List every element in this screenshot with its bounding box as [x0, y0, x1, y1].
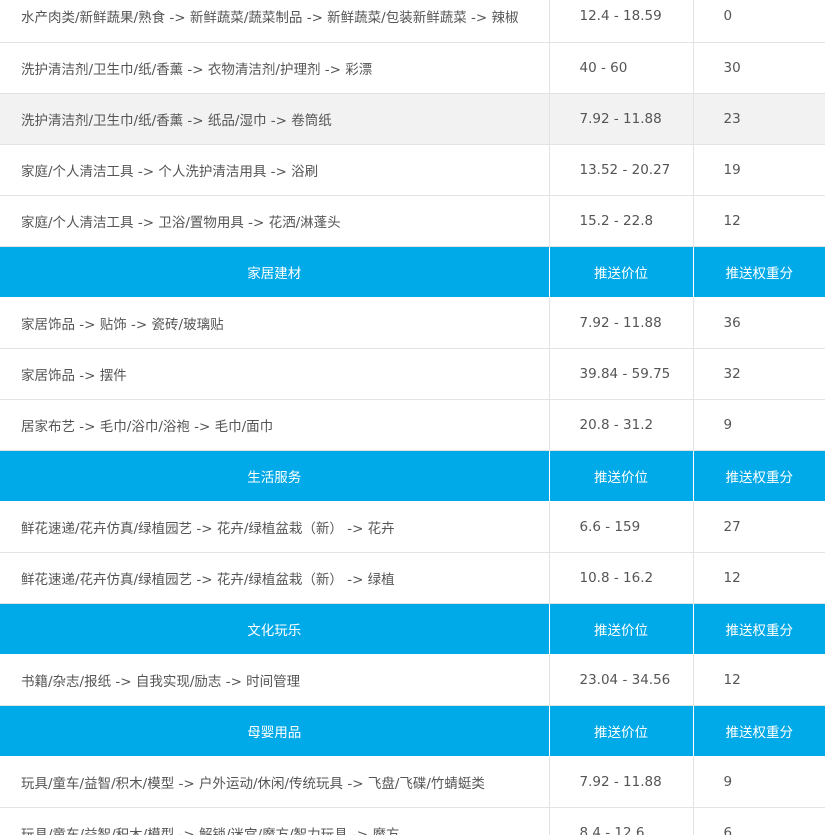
category-path-cell: 居家布艺 -> 毛巾/浴巾/浴袍 -> 毛巾/面巾: [0, 399, 549, 451]
category-path-cell: 玩具/童车/益智/积木/模型 -> 户外运动/休闲/传统玩具 -> 飞盘/飞碟/…: [0, 756, 549, 808]
price-range-cell: 10.8 - 16.2: [548, 552, 693, 604]
table-row: 玩具/童车/益智/积木/模型 -> 户外运动/休闲/传统玩具 -> 飞盘/飞碟/…: [0, 756, 825, 808]
category-price-table: 水产肉类/新鲜蔬果/熟食 -> 新鲜蔬菜/蔬菜制品 -> 新鲜蔬菜/包装新鲜蔬菜…: [0, 0, 825, 835]
category-path-cell: 玩具/童车/益智/积木/模型 -> 解锁/迷宫/魔方/智力玩具 -> 魔方: [0, 807, 549, 835]
price-range-cell: 23.04 - 34.56: [548, 654, 693, 706]
section-header-row: 母婴用品 推送价位 推送权重分: [0, 705, 825, 757]
price-range-column-header: 推送价位: [548, 246, 693, 298]
weight-score-cell: 23: [692, 93, 825, 145]
category-table-container: 水产肉类/新鲜蔬果/熟食 -> 新鲜蔬菜/蔬菜制品 -> 新鲜蔬菜/包装新鲜蔬菜…: [0, 0, 825, 835]
category-path-cell: 鲜花速递/花卉仿真/绿植园艺 -> 花卉/绿植盆栽（新） -> 绿植: [0, 552, 549, 604]
price-range-cell: 40 - 60: [548, 42, 693, 94]
table-row: 玩具/童车/益智/积木/模型 -> 解锁/迷宫/魔方/智力玩具 -> 魔方 8.4…: [0, 807, 825, 835]
section-category-title: 母婴用品: [0, 705, 549, 757]
price-range-column-header: 推送价位: [548, 705, 693, 757]
table-row: 洗护清洁剂/卫生巾/纸/香薰 -> 纸品/湿巾 -> 卷筒纸 7.92 - 11.…: [0, 93, 825, 145]
table-row: 书籍/杂志/报纸 -> 自我实现/励志 -> 时间管理 23.04 - 34.56…: [0, 654, 825, 706]
section-category-title: 生活服务: [0, 450, 549, 502]
section-header-row: 生活服务 推送价位 推送权重分: [0, 450, 825, 502]
category-path-cell: 书籍/杂志/报纸 -> 自我实现/励志 -> 时间管理: [0, 654, 549, 706]
weight-score-cell: 9: [692, 399, 825, 451]
weight-score-column-header: 推送权重分: [692, 450, 825, 502]
category-path-cell: 家居饰品 -> 摆件: [0, 348, 549, 400]
price-range-cell: 8.4 - 12.6: [548, 807, 693, 835]
price-range-cell: 7.92 - 11.88: [548, 297, 693, 349]
category-path-cell: 鲜花速递/花卉仿真/绿植园艺 -> 花卉/绿植盆栽（新） -> 花卉: [0, 501, 549, 553]
category-path-cell: 水产肉类/新鲜蔬果/熟食 -> 新鲜蔬菜/蔬菜制品 -> 新鲜蔬菜/包装新鲜蔬菜…: [0, 0, 549, 43]
price-range-column-header: 推送价位: [548, 450, 693, 502]
price-range-cell: 39.84 - 59.75: [548, 348, 693, 400]
weight-score-cell: 19: [692, 144, 825, 196]
weight-score-cell: 36: [692, 297, 825, 349]
price-range-cell: 7.92 - 11.88: [548, 756, 693, 808]
table-row: 鲜花速递/花卉仿真/绿植园艺 -> 花卉/绿植盆栽（新） -> 花卉 6.6 - …: [0, 501, 825, 553]
price-range-cell: 13.52 - 20.27: [548, 144, 693, 196]
category-path-cell: 家庭/个人清洁工具 -> 卫浴/置物用具 -> 花洒/淋蓬头: [0, 195, 549, 247]
section-header-row: 家居建材 推送价位 推送权重分: [0, 246, 825, 298]
price-range-column-header: 推送价位: [548, 603, 693, 655]
category-path-cell: 洗护清洁剂/卫生巾/纸/香薰 -> 衣物清洁剂/护理剂 -> 彩漂: [0, 42, 549, 94]
weight-score-cell: 6: [692, 807, 825, 835]
section-header-row: 文化玩乐 推送价位 推送权重分: [0, 603, 825, 655]
weight-score-cell: 30: [692, 42, 825, 94]
section-category-title: 文化玩乐: [0, 603, 549, 655]
category-path-cell: 家居饰品 -> 贴饰 -> 瓷砖/玻璃贴: [0, 297, 549, 349]
weight-score-cell: 27: [692, 501, 825, 553]
weight-score-cell: 9: [692, 756, 825, 808]
price-range-cell: 20.8 - 31.2: [548, 399, 693, 451]
price-range-cell: 15.2 - 22.8: [548, 195, 693, 247]
category-path-cell: 家庭/个人清洁工具 -> 个人洗护清洁用具 -> 浴刷: [0, 144, 549, 196]
table-row: 家居饰品 -> 摆件 39.84 - 59.75 32: [0, 348, 825, 400]
table-row: 洗护清洁剂/卫生巾/纸/香薰 -> 衣物清洁剂/护理剂 -> 彩漂 40 - 60…: [0, 42, 825, 94]
weight-score-cell: 32: [692, 348, 825, 400]
table-row: 家庭/个人清洁工具 -> 个人洗护清洁用具 -> 浴刷 13.52 - 20.27…: [0, 144, 825, 196]
table-row: 水产肉类/新鲜蔬果/熟食 -> 新鲜蔬菜/蔬菜制品 -> 新鲜蔬菜/包装新鲜蔬菜…: [0, 0, 825, 43]
table-row: 家居饰品 -> 贴饰 -> 瓷砖/玻璃贴 7.92 - 11.88 36: [0, 297, 825, 349]
table-body: 水产肉类/新鲜蔬果/熟食 -> 新鲜蔬菜/蔬菜制品 -> 新鲜蔬菜/包装新鲜蔬菜…: [0, 0, 825, 835]
table-row: 居家布艺 -> 毛巾/浴巾/浴袍 -> 毛巾/面巾 20.8 - 31.2 9: [0, 399, 825, 451]
weight-score-cell: 0: [692, 0, 825, 43]
scrollbar-track[interactable]: [825, 0, 838, 835]
page-viewport: 水产肉类/新鲜蔬果/熟食 -> 新鲜蔬菜/蔬菜制品 -> 新鲜蔬菜/包装新鲜蔬菜…: [0, 0, 838, 835]
weight-score-cell: 12: [692, 195, 825, 247]
weight-score-column-header: 推送权重分: [692, 603, 825, 655]
weight-score-column-header: 推送权重分: [692, 246, 825, 298]
category-path-cell: 洗护清洁剂/卫生巾/纸/香薰 -> 纸品/湿巾 -> 卷筒纸: [0, 93, 549, 145]
table-row: 鲜花速递/花卉仿真/绿植园艺 -> 花卉/绿植盆栽（新） -> 绿植 10.8 -…: [0, 552, 825, 604]
price-range-cell: 12.4 - 18.59: [548, 0, 693, 43]
price-range-cell: 7.92 - 11.88: [548, 93, 693, 145]
weight-score-cell: 12: [692, 552, 825, 604]
table-row: 家庭/个人清洁工具 -> 卫浴/置物用具 -> 花洒/淋蓬头 15.2 - 22.…: [0, 195, 825, 247]
weight-score-cell: 12: [692, 654, 825, 706]
weight-score-column-header: 推送权重分: [692, 705, 825, 757]
price-range-cell: 6.6 - 159: [548, 501, 693, 553]
section-category-title: 家居建材: [0, 246, 549, 298]
